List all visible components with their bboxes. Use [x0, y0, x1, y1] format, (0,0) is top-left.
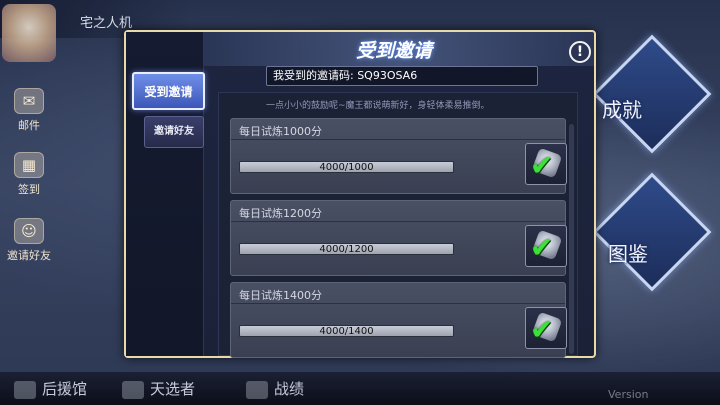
invite-dialog: 受到邀请 ! 受到邀请 邀请好友 我受到的邀请码: SQ93OSA6 一点小小的…	[124, 30, 596, 358]
task-progress-bar: 4000/1200	[239, 243, 454, 255]
tab-received-invite[interactable]: 受到邀请	[132, 72, 205, 110]
task-progress-bar: 4000/1000	[239, 161, 454, 173]
claimed-check-icon: ✔	[530, 231, 554, 264]
record-icon	[246, 381, 268, 399]
task-card: 每日试炼1200分 4000/1200 ✔	[230, 200, 567, 276]
hint-text: 一点小小的鼓励呢~魔王都说萌新好，身轻体柔易推倒。	[266, 101, 490, 111]
task-list-scrollbar[interactable]	[569, 124, 574, 354]
task-card: 每日试炼1000分 4000/1000 ✔	[230, 118, 567, 194]
mail-icon: ✉	[14, 88, 44, 114]
claimed-check-icon: ✔	[530, 149, 554, 182]
side-button-label: 邮件	[18, 119, 40, 132]
task-progress-bar: 4000/1400	[239, 325, 454, 337]
invite-code-field: 我受到的邀请码: SQ93OSA6	[266, 66, 538, 86]
claimed-check-icon: ✔	[530, 313, 554, 346]
reward-slot[interactable]: ✔	[525, 225, 567, 267]
progress-text: 4000/1000	[319, 162, 374, 173]
chosen-icon	[122, 381, 144, 399]
nav-record[interactable]: 战绩	[246, 378, 304, 399]
nav-support-hall[interactable]: 后援馆	[14, 378, 87, 399]
side-button-invite[interactable]: ☺ 邀请好友	[4, 218, 54, 263]
version-text: Version	[608, 388, 649, 401]
divider	[231, 221, 565, 222]
support-hall-icon	[14, 381, 36, 399]
side-button-label: 签到	[18, 183, 40, 196]
task-title: 每日试炼1400分	[239, 289, 322, 302]
side-button-mail[interactable]: ✉ 邮件	[4, 88, 54, 133]
friends-icon: ☺	[14, 218, 44, 244]
task-title: 每日试炼1000分	[239, 125, 322, 138]
achievement-label[interactable]: 成就	[602, 94, 642, 123]
player-name: 宅之人机	[80, 16, 133, 31]
reward-slot[interactable]: ✔	[525, 307, 567, 349]
nav-chosen[interactable]: 天选者	[122, 378, 195, 399]
progress-text: 4000/1400	[319, 326, 374, 337]
info-icon[interactable]: !	[569, 41, 591, 63]
reward-slot[interactable]: ✔	[525, 143, 567, 185]
side-button-signin[interactable]: ▦ 签到	[4, 152, 54, 197]
player-avatar[interactable]	[2, 4, 56, 62]
side-button-label: 邀请好友	[7, 249, 51, 262]
task-title: 每日试炼1200分	[239, 207, 322, 220]
progress-text: 4000/1200	[319, 244, 374, 255]
task-card: 每日试炼1400分 4000/1400 ✔	[230, 282, 567, 358]
tab-invite-friends[interactable]: 邀请好友	[144, 116, 204, 148]
divider	[231, 139, 565, 140]
codex-label[interactable]: 图鉴	[608, 238, 648, 267]
calendar-icon: ▦	[14, 152, 44, 178]
dialog-title: 受到邀请	[356, 40, 433, 62]
divider	[231, 303, 565, 304]
